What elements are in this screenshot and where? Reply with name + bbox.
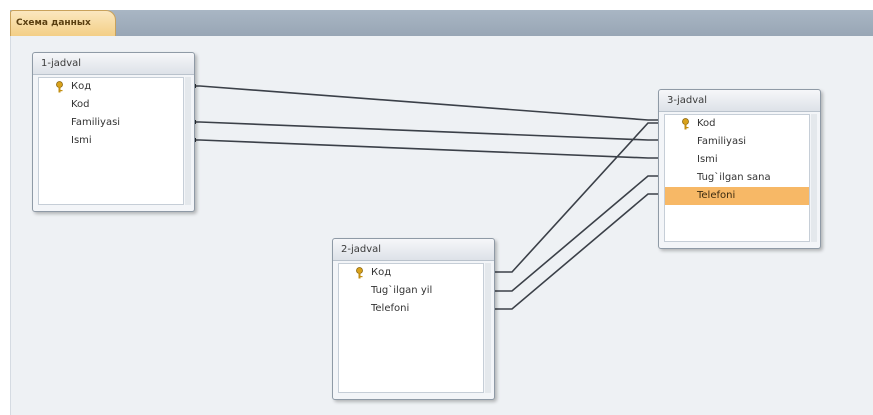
key-icon [56, 81, 63, 93]
key-icon [356, 267, 363, 279]
field-row[interactable]: Код [39, 78, 183, 96]
table-title[interactable]: 2-jadval [333, 239, 494, 261]
field-row[interactable]: Kod [665, 115, 809, 133]
field-row[interactable]: Familiyasi [665, 133, 809, 151]
field-label: Tug`ilgan yil [371, 285, 433, 296]
field-label: Telefoni [697, 190, 736, 201]
field-label: Familiyasi [71, 117, 121, 128]
field-label: Kod [71, 99, 90, 110]
field-row[interactable]: Ismi [665, 151, 809, 169]
field-label: Kod [697, 118, 716, 129]
table-title[interactable]: 3-jadval [659, 90, 820, 112]
table-3-jadval[interactable]: 3-jadval Kod Familiyasi Ismi Tug`ilgan s… [658, 89, 821, 249]
field-list[interactable]: Код Kod Familiyasi Ismi [38, 77, 184, 205]
field-row[interactable]: Tug`ilgan sana [665, 169, 809, 187]
field-list[interactable]: Код Tug`ilgan yil Telefoni [338, 263, 484, 393]
field-row[interactable]: Telefoni [339, 300, 483, 318]
tab-relationships[interactable]: Схема данных [10, 10, 116, 36]
field-label: Tug`ilgan sana [697, 172, 771, 183]
key-icon [682, 118, 689, 130]
field-row-selected[interactable]: Telefoni [665, 187, 809, 205]
field-row[interactable]: Familiyasi [39, 114, 183, 132]
field-row[interactable]: Kod [39, 96, 183, 114]
field-row[interactable]: Ismi [39, 132, 183, 150]
field-label: Код [371, 267, 392, 278]
table-title[interactable]: 1-jadval [33, 53, 194, 75]
field-label: Код [71, 81, 92, 92]
scrollbar[interactable] [185, 77, 191, 205]
document-tab-bar: Схема данных [0, 0, 873, 36]
field-row[interactable]: Код [339, 264, 483, 282]
field-label: Ismi [697, 154, 718, 165]
tab-strip [10, 10, 873, 36]
scrollbar[interactable] [485, 263, 491, 393]
field-list[interactable]: Kod Familiyasi Ismi Tug`ilgan sana Telef… [664, 114, 810, 242]
field-row[interactable]: Tug`ilgan yil [339, 282, 483, 300]
field-label: Telefoni [371, 303, 410, 314]
field-label: Ismi [71, 135, 92, 146]
scrollbar[interactable] [811, 114, 817, 242]
field-label: Familiyasi [697, 136, 747, 147]
table-2-jadval[interactable]: 2-jadval Код Tug`ilgan yil Telefoni [332, 238, 495, 400]
table-1-jadval[interactable]: 1-jadval Код Kod Familiyasi Ismi [32, 52, 195, 212]
